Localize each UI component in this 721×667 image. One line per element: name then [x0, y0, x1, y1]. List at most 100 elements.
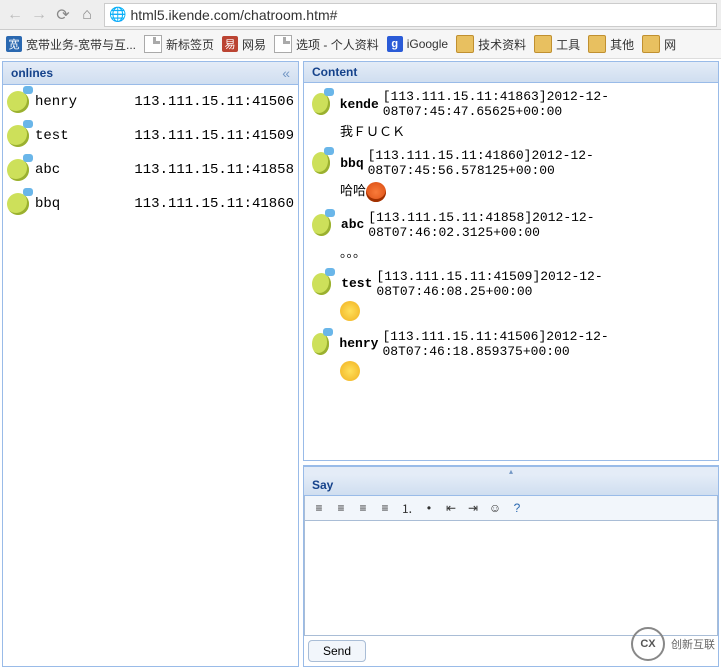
google-icon: g: [387, 36, 403, 52]
message-meta: [113.111.15.11:41858]2012-12-08T07:46:02…: [368, 210, 710, 240]
message-user: bbq: [340, 156, 363, 171]
avatar-icon: [312, 333, 329, 355]
online-user-row[interactable]: henry 113.111.15.11:41506: [3, 85, 298, 119]
online-user-address: 113.111.15.11:41858: [134, 162, 294, 178]
say-panel-title: Say: [304, 475, 718, 496]
align-left-icon[interactable]: ≡: [309, 498, 329, 518]
watermark: CX 创新互联: [631, 627, 715, 661]
message-editor[interactable]: [304, 521, 718, 636]
message-meta: [113.111.15.11:41509]2012-12-08T07:46:08…: [376, 269, 710, 299]
think-emoji-icon: [340, 301, 360, 321]
message-meta: [113.111.15.11:41863]2012-12-08T07:45:47…: [383, 89, 710, 119]
bookmark-label: 其他: [610, 36, 634, 53]
red-icon: 易: [222, 36, 238, 52]
bookmark-item[interactable]: 工具: [534, 35, 580, 53]
ordered-list-icon[interactable]: ⒈: [397, 498, 417, 518]
editor-toolbar: ≡ ≡ ≡ ≡ ⒈ • ⇤ ⇥ ☺ ?: [304, 496, 718, 521]
collapse-icon[interactable]: «: [282, 65, 290, 81]
message-text: 我ＦＵＣＫ: [340, 124, 405, 139]
bookmark-label: 宽带业务-宽带与互...: [26, 36, 136, 53]
bookmark-item[interactable]: 选项 - 个人资料: [274, 35, 379, 53]
right-column: Content kende [113.111.15.11:41863]2012-1…: [301, 59, 721, 667]
online-user-name: test: [35, 128, 105, 144]
message-header: test [113.111.15.11:41509]2012-12-08T07:4…: [312, 269, 710, 299]
message-body: 哈哈: [312, 178, 710, 202]
send-button[interactable]: Send: [308, 640, 366, 662]
onlines-list: henry113.111.15.11:41506test113.111.15.1…: [3, 85, 298, 221]
message-header: kende [113.111.15.11:41863]2012-12-08T07:…: [312, 89, 710, 119]
online-user-name: henry: [35, 94, 105, 110]
align-justify-icon[interactable]: ≡: [375, 498, 395, 518]
watermark-logo-icon: CX: [631, 627, 665, 661]
online-user-row[interactable]: test113.111.15.11:41509: [3, 119, 298, 153]
message-meta: [113.111.15.11:41860]2012-12-08T07:45:56…: [368, 148, 710, 178]
message: bbq [113.111.15.11:41860]2012-12-08T07:45…: [312, 148, 710, 202]
grin-emoji-icon: [340, 361, 360, 381]
content-panel: Content kende [113.111.15.11:41863]2012-1…: [303, 61, 719, 461]
message: abc [113.111.15.11:41858]2012-12-08T07:46…: [312, 210, 710, 261]
url-bar[interactable]: 🌐 html5.ikende.com/chatroom.htm#: [104, 3, 717, 27]
doc-icon: [274, 35, 292, 53]
message-body: [312, 359, 710, 381]
message-body: 我ＦＵＣＫ: [312, 119, 710, 140]
message-header: bbq [113.111.15.11:41860]2012-12-08T07:45…: [312, 148, 710, 178]
align-center-icon[interactable]: ≡: [331, 498, 351, 518]
doc-icon: [144, 35, 162, 53]
bookmark-item[interactable]: g iGoogle: [387, 36, 448, 52]
bookmark-item[interactable]: 其他: [588, 35, 634, 53]
message-user: henry: [339, 336, 378, 351]
message-header: henry [113.111.15.11:41506]2012-12-08T07:…: [312, 329, 710, 359]
browser-nav-bar: ← → ⟳ ⌂ 🌐 html5.ikende.com/chatroom.htm#: [0, 0, 721, 30]
online-user-address: 113.111.15.11:41506: [134, 94, 294, 110]
help-icon[interactable]: ?: [507, 498, 527, 518]
folder-icon: [588, 35, 606, 53]
folder-icon: [456, 35, 474, 53]
avatar-icon: [312, 214, 331, 236]
message-user: kende: [340, 97, 379, 112]
avatar-icon: [7, 193, 29, 215]
bookmark-item[interactable]: 网: [642, 35, 676, 53]
online-user-row[interactable]: bbq113.111.15.11:41860: [3, 187, 298, 221]
avatar-icon: [7, 159, 29, 181]
bookmark-label: 工具: [556, 36, 580, 53]
bookmark-item[interactable]: 新标签页: [144, 35, 214, 53]
blue-icon: 宽: [6, 36, 22, 52]
onlines-panel-title: onlines «: [3, 62, 298, 85]
avatar-icon: [312, 93, 330, 115]
unordered-list-icon[interactable]: •: [419, 498, 439, 518]
message-meta: [113.111.15.11:41506]2012-12-08T07:46:18…: [382, 329, 710, 359]
content-panel-title: Content: [304, 62, 718, 83]
align-right-icon[interactable]: ≡: [353, 498, 373, 518]
online-user-name: abc: [35, 162, 105, 178]
globe-icon: 🌐: [109, 6, 126, 23]
bookmarks-bar: 宽宽带业务-宽带与互... 新标签页易网易 选项 - 个人资料 g iGoogle 技术资…: [0, 30, 721, 59]
bookmark-item[interactable]: 易网易: [222, 36, 266, 53]
indent-icon[interactable]: ⇥: [463, 498, 483, 518]
message-body: [312, 299, 710, 321]
forward-button[interactable]: →: [28, 5, 50, 25]
bookmark-item[interactable]: 技术资料: [456, 35, 526, 53]
bookmark-item[interactable]: 宽宽带业务-宽带与互...: [6, 36, 136, 53]
say-title-text: Say: [312, 478, 333, 492]
folder-icon: [642, 35, 660, 53]
bookmark-label: 选项 - 个人资料: [296, 36, 379, 53]
bookmark-label: 新标签页: [166, 36, 214, 53]
folder-icon: [534, 35, 552, 53]
message-body: 。。。: [312, 240, 710, 261]
onlines-panel: onlines « henry113.111.15.11:41506test11…: [2, 61, 299, 667]
message-user: test: [341, 276, 372, 291]
expand-handle[interactable]: ▴: [304, 466, 718, 475]
emoji-picker-icon[interactable]: ☺: [485, 498, 505, 518]
angry-emoji-icon: [366, 182, 386, 202]
message-user: abc: [341, 217, 364, 232]
bookmark-label: 网: [664, 36, 676, 53]
message-text: 哈哈: [340, 183, 366, 198]
bookmark-label: iGoogle: [407, 37, 448, 51]
messages-area: kende [113.111.15.11:41863]2012-12-08T07:…: [304, 83, 718, 460]
outdent-icon[interactable]: ⇤: [441, 498, 461, 518]
reload-button[interactable]: ⟳: [52, 5, 74, 25]
avatar-icon: [7, 91, 29, 113]
back-button[interactable]: ←: [4, 5, 26, 25]
online-user-row[interactable]: abc 113.111.15.11:41858: [3, 153, 298, 187]
home-button[interactable]: ⌂: [76, 5, 98, 25]
